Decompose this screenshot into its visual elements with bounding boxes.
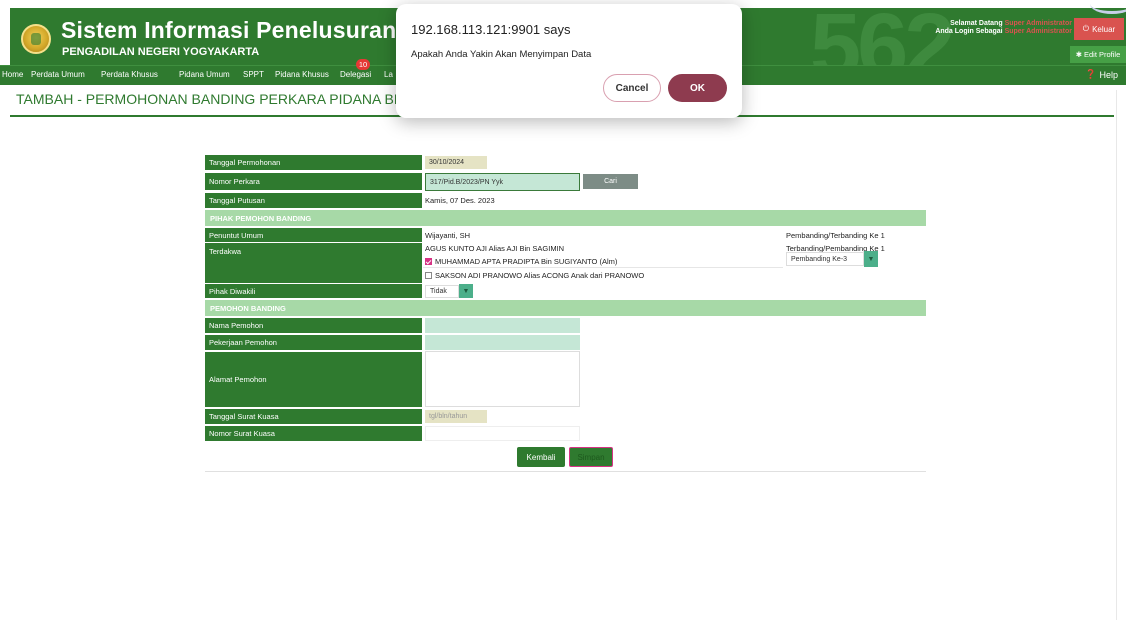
nav-item-home[interactable]: Home xyxy=(2,70,23,79)
page-title: TAMBAH - PERMOHONAN BANDING PERKARA PIDA… xyxy=(16,91,446,107)
nav-item-la[interactable]: La xyxy=(384,70,393,79)
kembali-button[interactable]: Kembali xyxy=(517,447,565,467)
nama-pemohon-field[interactable] xyxy=(425,318,580,333)
alamat-pemohon-textarea[interactable] xyxy=(425,351,580,407)
section-pihak-pemohon-banding: PIHAK PEMOHON BANDING xyxy=(205,210,926,226)
label-pihak-diwakili: Pihak Diwakili xyxy=(205,284,422,298)
welcome-line-2: Anda Login Sebagai xyxy=(935,28,1003,35)
power-icon: ⏻ xyxy=(1082,24,1090,33)
header-watermark-number: 562 xyxy=(810,8,955,65)
simpan-button[interactable]: Simpan xyxy=(569,447,613,467)
terdakwa-2-row: MUHAMMAD APTA PRADIPTA Bin SUGIYANTO (Al… xyxy=(425,257,617,266)
nav-item-perdata-khusus[interactable]: Perdata Khusus xyxy=(101,70,158,79)
logout-label: Keluar xyxy=(1092,24,1116,34)
label-nomor-perkara: Nomor Perkara xyxy=(205,173,422,190)
app-subtitle: PENGADILAN NEGERI YOGYAKARTA xyxy=(62,46,260,58)
dialog-origin: 192.168.113.121:9901 says xyxy=(411,22,571,37)
terdakwa-2-checkbox[interactable] xyxy=(425,258,432,265)
court-logo-icon xyxy=(21,24,51,54)
label-nomor-surat-kuasa: Nomor Surat Kuasa xyxy=(205,426,422,441)
edit-profile-label: Edit Profile xyxy=(1084,50,1121,59)
terdakwa-3-row: SAKSON ADI PRANOWO Alias ACONG Anak dari… xyxy=(425,271,644,280)
row-divider xyxy=(423,267,783,268)
tanggal-surat-kuasa-field[interactable]: tgl/bln/tahun xyxy=(425,410,487,423)
dialog-cancel-button[interactable]: Cancel xyxy=(603,74,661,102)
content-right-border xyxy=(1116,90,1117,620)
terdakwa-3-checkbox[interactable] xyxy=(425,272,432,279)
welcome-text: Selamat Datang Super Administrator Anda … xyxy=(932,20,1072,36)
edit-profile-button[interactable]: ✱ Edit Profile xyxy=(1070,46,1126,63)
help-link[interactable]: ❓ Help xyxy=(1085,69,1118,80)
nomor-surat-kuasa-field[interactable] xyxy=(425,426,580,441)
label-nama-pemohon: Nama Pemohon xyxy=(205,318,422,333)
browser-page: 562 Sistem Informasi Penelusuran Perkara… xyxy=(0,0,1126,620)
label-penuntut-umum: Penuntut Umum xyxy=(205,228,422,242)
select-arrow-icon[interactable]: ▼ xyxy=(459,284,473,298)
logout-button[interactable]: ⏻ Keluar xyxy=(1074,18,1124,40)
nav-item-delegasi[interactable]: Delegasi xyxy=(340,70,371,79)
tanggal-permohonan-field[interactable]: 30/10/2024 xyxy=(425,156,487,169)
welcome-role-1: Super Administrator xyxy=(1004,20,1072,27)
tanggal-putusan-value: Kamis, 07 Des. 2023 xyxy=(425,196,495,205)
nav-item-perdata-umum[interactable]: Perdata Umum xyxy=(31,70,85,79)
welcome-line-1: Selamat Datang xyxy=(950,20,1003,27)
nav-item-pidana-umum[interactable]: Pidana Umum xyxy=(179,70,230,79)
section-pemohon-banding: PEMOHON BANDING xyxy=(205,300,926,316)
penuntut-umum-value: Wijayanti, SH xyxy=(425,231,471,240)
dialog-message: Apakah Anda Yakin Akan Menyimpan Data xyxy=(411,49,592,60)
label-terdakwa: Terdakwa xyxy=(205,243,422,283)
select-arrow-icon[interactable]: ▼ xyxy=(864,251,878,267)
gear-icon: ✱ xyxy=(1075,50,1082,59)
dialog-ok-button[interactable]: OK xyxy=(668,74,727,102)
confirm-dialog: 192.168.113.121:9901 says Apakah Anda Ya… xyxy=(396,4,742,118)
terdakwa-2-name: MUHAMMAD APTA PRADIPTA Bin SUGIYANTO (Al… xyxy=(435,257,618,266)
label-alamat-pemohon: Alamat Pemohon xyxy=(205,352,422,407)
help-label: Help xyxy=(1099,69,1118,80)
nav-item-sppt[interactable]: SPPT xyxy=(243,70,264,79)
terdakwa-3-name: SAKSON ADI PRANOWO Alias ACONG Anak dari… xyxy=(435,271,645,280)
nav-item-pidana-khusus[interactable]: Pidana Khusus xyxy=(275,70,329,79)
delegasi-badge: 10 xyxy=(356,59,370,70)
pekerjaan-pemohon-field[interactable] xyxy=(425,335,580,350)
label-pekerjaan-pemohon: Pekerjaan Pemohon xyxy=(205,335,422,350)
form-bottom-divider xyxy=(205,471,926,472)
label-tanggal-permohonan: Tanggal Permohonan xyxy=(205,155,422,170)
terdakwa-1-name: AGUS KUNTO AJI Alias AJI Bin SAGIMIN xyxy=(425,244,565,253)
terdakwa-2-role-select[interactable]: Pembanding Ke-3 xyxy=(786,252,864,266)
pihak-diwakili-select[interactable]: Tidak xyxy=(425,285,459,298)
label-tanggal-putusan: Tanggal Putusan xyxy=(205,193,422,208)
label-tanggal-surat-kuasa: Tanggal Surat Kuasa xyxy=(205,409,422,424)
penuntut-umum-role: Pembanding/Terbanding Ke 1 xyxy=(786,231,885,240)
welcome-role-2: Super Administrator xyxy=(1004,28,1072,35)
cari-button[interactable]: Cari xyxy=(583,174,638,189)
question-circle-icon: ❓ xyxy=(1085,69,1097,79)
nomor-perkara-field[interactable]: 317/Pid.B/2023/PN Yyk xyxy=(425,173,580,191)
